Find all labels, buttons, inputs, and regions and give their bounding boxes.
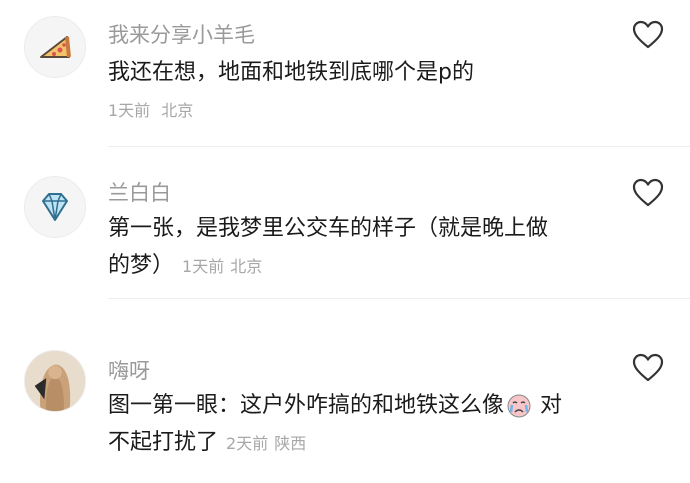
comment-meta: 1天前 北京: [108, 97, 193, 121]
pizza-icon: [40, 36, 71, 58]
comment-location: 北京: [161, 101, 194, 120]
comment-text: 图一第一眼：这户外咋搞的和地铁这么像 对 不起打扰了 2天前 陕西: [108, 387, 608, 462]
heart-outline-icon[interactable]: [632, 20, 664, 50]
comment-text-line: 第一张，是我梦里公交车的样子（就是晚上做: [108, 216, 549, 241]
comment-location: 陕西: [274, 434, 307, 453]
comment-text: 我还在想，地面和地铁到底哪个是p的: [108, 60, 474, 85]
comment-text-line: 图一第一眼：这户外咋搞的和地铁这么像 对: [108, 387, 608, 424]
avatar[interactable]: [24, 350, 86, 412]
avatar[interactable]: [24, 176, 86, 238]
comment-time: 1天前: [108, 101, 151, 120]
username[interactable]: 我来分享小羊毛: [108, 19, 255, 49]
heart-outline-icon[interactable]: [632, 178, 664, 208]
heart-outline-icon[interactable]: [632, 353, 664, 383]
username[interactable]: 嗨呀: [108, 355, 150, 385]
crying-face-emoji: [507, 394, 531, 418]
divider: [108, 298, 690, 299]
comment-text-line: 的梦） 1天前 北京: [108, 247, 608, 285]
comment-location: 北京: [230, 257, 263, 276]
user-photo: [25, 351, 85, 411]
comment-text: 第一张，是我梦里公交车的样子（就是晚上做 的梦） 1天前 北京: [108, 210, 608, 285]
comment-item: 嗨呀 图一第一眼：这户外咋搞的和地铁这么像 对 不起打扰了 2天前 陕西: [0, 325, 690, 483]
comment-text-part: 对: [540, 393, 563, 418]
comment-text-tail: 的梦）: [108, 253, 175, 278]
comment-text-part: 图一第一眼：这户外咋搞的和地铁这么像: [108, 393, 505, 418]
divider: [108, 146, 690, 147]
username[interactable]: 兰白白: [108, 177, 171, 207]
diamond-icon: [42, 193, 68, 221]
comment-item: 兰白白 第一张，是我梦里公交车的样子（就是晚上做 的梦） 1天前 北京: [0, 160, 690, 325]
comment-item: 我来分享小羊毛 我还在想，地面和地铁到底哪个是p的 1天前 北京: [0, 0, 690, 160]
avatar[interactable]: [24, 16, 86, 78]
comment-text-line: 不起打扰了 2天前 陕西: [108, 424, 608, 462]
comment-time: 1天前: [182, 257, 225, 276]
comment-time: 2天前: [226, 434, 269, 453]
comment-text-tail: 不起打扰了: [108, 430, 219, 455]
